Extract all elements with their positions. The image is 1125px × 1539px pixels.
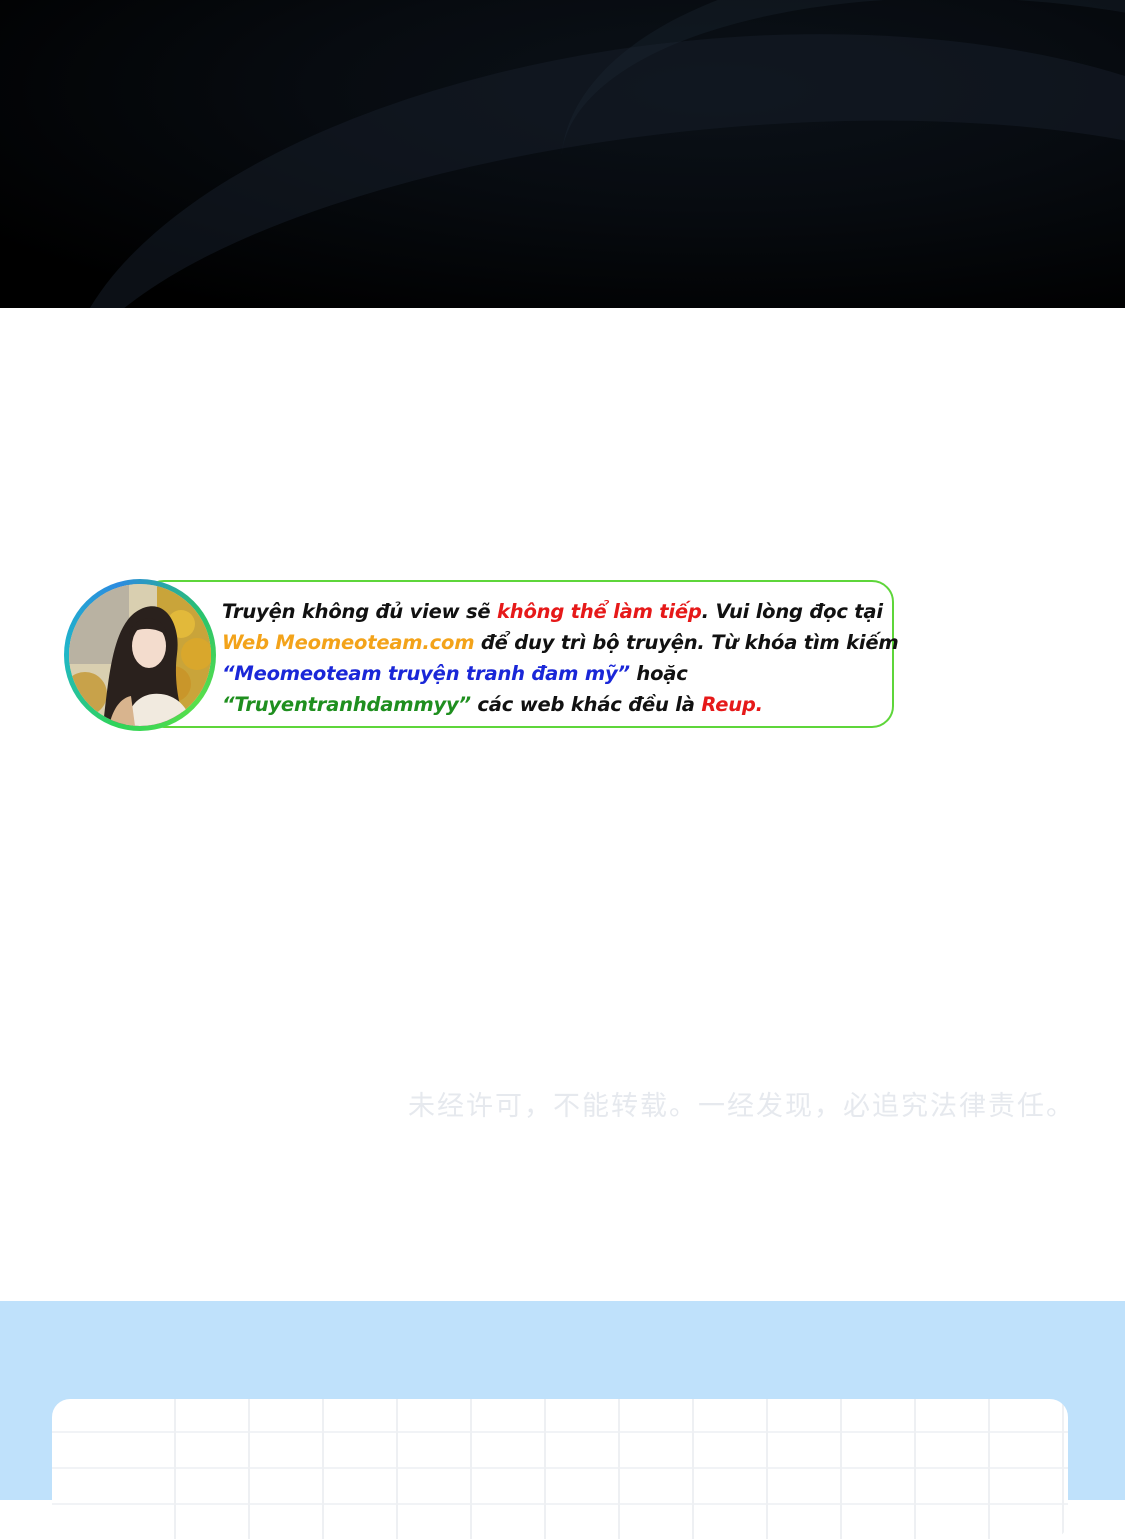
notice-text-segment: hoặc xyxy=(629,662,688,685)
grid-paper-panel xyxy=(52,1399,1068,1539)
blue-band xyxy=(0,1301,1125,1539)
notice-text-segment: các web khác đều là xyxy=(470,693,702,716)
website-link[interactable]: Web Meomeoteam.com xyxy=(222,631,475,654)
search-keyword-2: “Truyentranhdammyy” xyxy=(222,693,471,716)
notice-text-segment: Truyện không đủ view sẽ xyxy=(222,600,498,623)
notice-text-segment: . Vui lòng đọc tại xyxy=(701,600,883,623)
notice-line-3: “Meomeoteam truyện tranh đam mỹ” hoặc xyxy=(222,658,890,689)
copyright-watermark: 未经许可，不能转载。一经发现，必追究法律责任。 xyxy=(408,1091,1075,1122)
notice-line-4: “Truyentranhdammyy” các web khác đều là … xyxy=(222,689,890,720)
dark-image-band xyxy=(0,0,1125,308)
notice-highlight-red: không thể làm tiếp xyxy=(497,600,702,623)
search-keyword-1: “Meomeoteam truyện tranh đam mỹ” xyxy=(222,662,630,685)
notice-text-segment: để duy trì bộ truyện. Từ khóa tìm kiếm xyxy=(474,631,899,654)
notice-text: Truyện không đủ view sẽ không thể làm ti… xyxy=(222,596,899,720)
notice-line-1: Truyện không đủ view sẽ không thể làm ti… xyxy=(222,596,890,627)
avatar-illustration-icon xyxy=(69,584,211,726)
girl-portrait-avatar-icon xyxy=(69,584,211,726)
notice-highlight-reup: Reup. xyxy=(701,693,763,716)
notice-card: Truyện không đủ view sẽ không thể làm ti… xyxy=(142,580,899,728)
notice-line-2: Web Meomeoteam.com để duy trì bộ truyện.… xyxy=(222,627,899,658)
dark-swoosh-shape-2 xyxy=(545,0,1125,308)
